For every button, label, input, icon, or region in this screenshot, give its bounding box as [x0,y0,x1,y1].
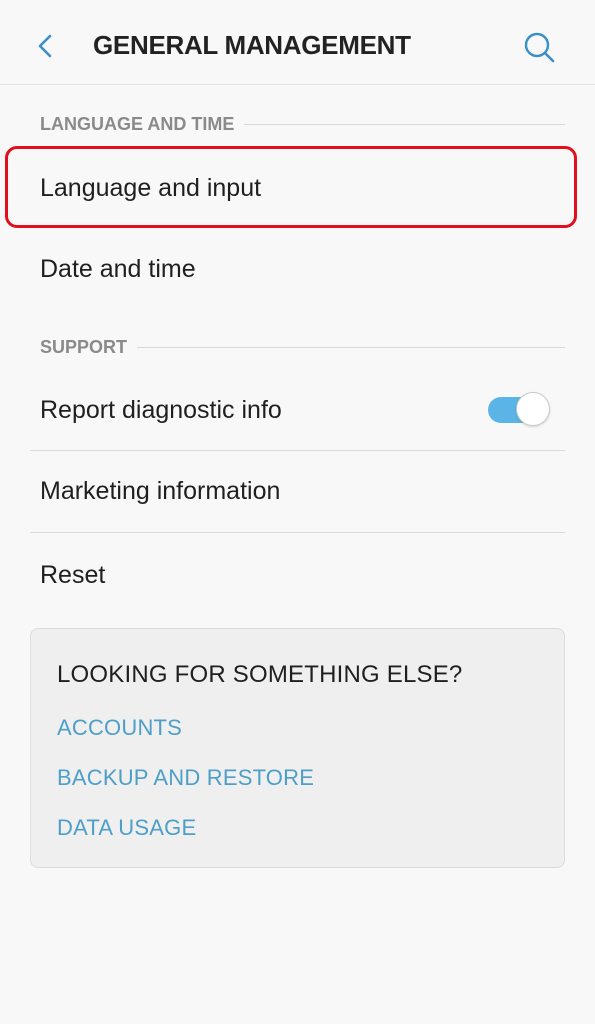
report-diagnostic-info-label: Report diagnostic info [40,395,282,424]
language-and-input-item[interactable]: Language and input [30,148,565,228]
toggle-knob [516,392,550,426]
reset-item[interactable]: Reset [30,533,565,617]
section-divider [137,346,565,348]
report-diagnostic-toggle[interactable] [488,392,552,428]
language-and-input-label: Language and input [40,173,262,202]
section-header-label: LANGUAGE AND TIME [40,113,235,134]
report-diagnostic-info-item[interactable]: Report diagnostic info [30,370,565,450]
chevron-left-icon [38,34,52,58]
accounts-link[interactable]: ACCOUNTS [57,715,182,741]
suggestions-card: LOOKING FOR SOMETHING ELSE? ACCOUNTS BAC… [30,628,565,868]
section-header-label: SUPPORT [40,336,128,357]
section-divider [244,123,565,125]
suggestions-title: LOOKING FOR SOMETHING ELSE? [57,661,463,688]
reset-label: Reset [40,560,106,589]
section-header-support: SUPPORT [40,335,565,359]
date-and-time-item[interactable]: Date and time [30,229,565,309]
section-header-language-time: LANGUAGE AND TIME [40,112,565,136]
marketing-information-item[interactable]: Marketing information [30,451,565,531]
marketing-information-label: Marketing information [40,476,281,505]
page-title: GENERAL MANAGEMENT [93,30,411,60]
settings-screen: GENERAL MANAGEMENT LANGUAGE AND TIME Lan… [0,0,595,1024]
search-button[interactable] [520,28,560,68]
search-icon [524,32,555,63]
date-and-time-label: Date and time [40,254,196,283]
backup-and-restore-link[interactable]: BACKUP AND RESTORE [57,765,314,791]
data-usage-link[interactable]: DATA USAGE [57,815,196,841]
app-bar: GENERAL MANAGEMENT [0,0,595,85]
back-button[interactable] [28,28,64,64]
